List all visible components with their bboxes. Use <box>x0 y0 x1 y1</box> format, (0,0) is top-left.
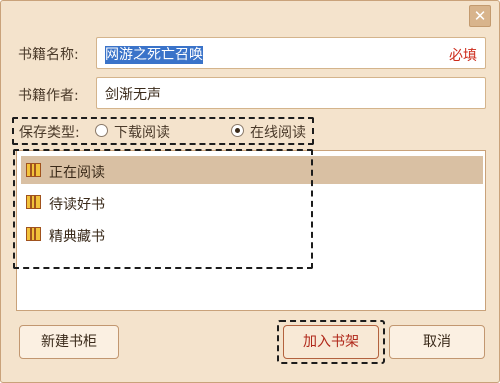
author-value: 剑渐无声 <box>105 87 161 103</box>
add-book-dialog: ✕ 书籍名称: 网游之死亡召唤 必填 书籍作者: 剑渐无声 保存类型: 下载阅读… <box>0 0 500 383</box>
radio-download-read[interactable] <box>95 124 108 137</box>
shelf-list-highlight <box>13 149 313 269</box>
close-button[interactable]: ✕ <box>469 5 491 27</box>
radio-download-read-label[interactable]: 下载阅读 <box>114 122 170 142</box>
radio-online-read[interactable] <box>231 124 244 137</box>
cancel-button[interactable]: 取消 <box>389 325 485 359</box>
author-label: 书籍作者: <box>18 88 79 104</box>
book-name-label: 书籍名称: <box>18 47 79 63</box>
book-name-input[interactable]: 网游之死亡召唤 必填 <box>96 37 486 69</box>
close-icon: ✕ <box>473 7 487 25</box>
author-input[interactable]: 剑渐无声 <box>96 77 486 109</box>
add-to-shelf-button[interactable]: 加入书架 <box>283 325 379 359</box>
radio-online-read-label[interactable]: 在线阅读 <box>250 122 306 142</box>
dialog-titlebar: ✕ <box>1 1 499 27</box>
new-shelf-button[interactable]: 新建书柜 <box>19 325 119 359</box>
required-hint: 必填 <box>449 48 477 64</box>
save-type-label: 保存类型: <box>19 125 80 141</box>
book-name-value: 网游之死亡召唤 <box>105 46 203 64</box>
